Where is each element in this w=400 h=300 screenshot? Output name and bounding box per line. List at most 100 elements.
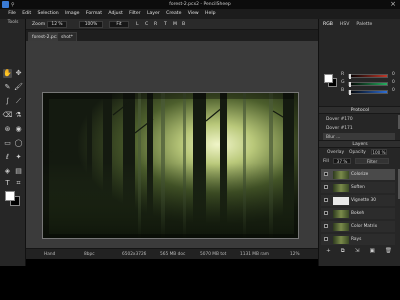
foreground-color-swatch[interactable] <box>5 191 15 201</box>
channel-g-knob[interactable] <box>349 82 351 87</box>
menu-create[interactable]: Create <box>163 9 185 19</box>
status-bar: Hand 8bpc 6502x3726 565 MB doc 5070 MB t… <box>26 248 318 259</box>
tab-shot[interactable]: shot* <box>57 31 77 41</box>
crop-tool-icon[interactable]: ⌗ <box>14 179 23 188</box>
menu-bar: File Edit Selection Image Format Adjust … <box>0 9 400 19</box>
pencil-tool-icon[interactable]: ✎ <box>3 83 12 92</box>
layer-row[interactable]: Bokeh <box>321 208 395 219</box>
filter-field[interactable]: Filter <box>355 158 389 164</box>
menu-format[interactable]: Format <box>83 9 106 19</box>
align-middle-button[interactable]: M <box>173 22 177 27</box>
status-doc-mem: 565 MB doc <box>160 252 186 257</box>
blur-tool-icon[interactable]: ◉ <box>14 125 23 134</box>
move-tool-icon[interactable]: ✥ <box>14 69 23 78</box>
layer-name: Colorize <box>351 172 369 177</box>
layer-row[interactable]: Color Matrix <box>321 221 395 232</box>
brush-tool-icon[interactable]: 🖌 <box>14 83 23 92</box>
layer-visibility-checkbox[interactable] <box>324 172 328 176</box>
layer-visibility-checkbox[interactable] <box>324 185 328 189</box>
channel-g-label: G <box>341 80 345 85</box>
screen-bottom <box>0 266 400 300</box>
menu-filter[interactable]: Filter <box>126 9 144 19</box>
layer-mask-icon[interactable]: ▣ <box>370 247 375 256</box>
layer-row[interactable]: Vignette 30 <box>321 195 395 206</box>
eraser-tool-icon[interactable]: ⌫ <box>3 111 13 120</box>
channel-b-value[interactable]: 0 <box>392 88 395 93</box>
clone-tool-icon[interactable]: ⊛ <box>3 125 12 134</box>
tab-palette[interactable]: Palette <box>352 19 375 29</box>
menu-adjust[interactable]: Adjust <box>105 9 126 19</box>
text-tool-icon[interactable]: T <box>3 179 12 188</box>
add-layer-icon[interactable]: + <box>326 247 331 256</box>
layer-thumbnail <box>333 196 349 205</box>
status-ram: 1131 MB ram <box>240 252 269 257</box>
fit-button[interactable]: Fit <box>109 20 129 28</box>
line-tool-icon[interactable]: ⟋ <box>14 97 23 106</box>
layer-visibility-checkbox[interactable] <box>324 224 328 228</box>
menu-image[interactable]: Image <box>62 9 83 19</box>
fill-tool-icon[interactable]: ◈ <box>3 167 12 176</box>
channel-r-slider[interactable] <box>348 74 388 79</box>
menu-selection[interactable]: Selection <box>34 9 62 19</box>
layer-visibility-checkbox[interactable] <box>324 198 328 202</box>
magic-wand-icon[interactable]: ✦ <box>14 153 23 162</box>
right-panels: RGB HSV Palette R 0 G 0 B 0 Protocol Dov… <box>318 19 400 266</box>
delete-layer-icon[interactable]: 🗑 <box>385 247 392 256</box>
channel-r-knob[interactable] <box>349 74 351 79</box>
align-center-button[interactable]: C <box>145 22 148 27</box>
layer-row[interactable]: Rays <box>321 234 395 245</box>
zoom-input[interactable]: 12 % <box>47 20 67 28</box>
status-bit-depth: 8bpc <box>84 252 95 257</box>
tab-hsv[interactable]: HSV <box>336 19 353 29</box>
menu-help[interactable]: Help <box>202 9 219 19</box>
channel-g-value[interactable]: 0 <box>392 80 395 85</box>
menu-view[interactable]: View <box>185 9 202 19</box>
layer-name: Color Matrix <box>351 224 378 229</box>
color-foreground-swatch[interactable] <box>324 74 333 83</box>
layer-name: Rays <box>351 237 362 242</box>
rect-select-icon[interactable]: ▭ <box>3 139 12 148</box>
merge-down-icon[interactable]: ⇲ <box>355 247 360 256</box>
status-tool: Hand <box>44 252 56 257</box>
gradient-tool-icon[interactable]: ▤ <box>14 167 23 176</box>
channel-b-knob[interactable] <box>349 90 351 95</box>
align-left-button[interactable]: L <box>136 22 139 27</box>
layer-thumbnail <box>333 222 349 231</box>
opacity-label: Opacity <box>349 150 366 155</box>
channel-g-slider[interactable] <box>348 82 388 87</box>
menu-edit[interactable]: Edit <box>19 9 34 19</box>
layer-name: Vignette 30 <box>351 198 376 203</box>
layer-name: Bokeh <box>351 211 365 216</box>
align-top-button[interactable]: T <box>164 22 167 27</box>
zoom-preset-dropdown[interactable]: 100% <box>79 20 103 28</box>
lasso-tool-icon[interactable]: ℓ <box>3 153 12 162</box>
ellipse-select-icon[interactable]: ◯ <box>14 139 23 148</box>
history-item[interactable]: Dover #170 <box>323 115 395 124</box>
layer-row[interactable]: Soften <box>321 182 395 193</box>
hand-tool-icon[interactable]: ✋ <box>3 69 12 78</box>
channel-b-slider[interactable] <box>348 90 388 95</box>
tools-header: Tools <box>7 20 19 25</box>
layer-thumbnail <box>333 170 349 179</box>
canvas-area[interactable] <box>26 41 318 248</box>
blend-mode-dropdown[interactable]: Overlay <box>327 150 344 155</box>
channel-r-value[interactable]: 0 <box>392 72 395 77</box>
fill-input[interactable]: 37 % <box>333 158 351 164</box>
layer-visibility-checkbox[interactable] <box>324 211 328 215</box>
history-item[interactable]: Dover #171 <box>323 124 395 133</box>
duplicate-layer-icon[interactable]: ⧉ <box>341 247 345 256</box>
menu-file[interactable]: File <box>5 9 19 19</box>
layer-visibility-checkbox[interactable] <box>324 237 328 241</box>
opacity-input[interactable]: 100 % <box>371 149 387 155</box>
menu-layer[interactable]: Layer <box>144 9 163 19</box>
smudge-tool-icon[interactable]: ∫ <box>3 97 12 106</box>
pipette-tool-icon[interactable]: ⚗ <box>14 111 23 120</box>
layer-row[interactable]: Colorize <box>321 169 395 180</box>
tool-options-bar: Zoom 12 % 100% Fit L C R T M B <box>26 19 318 30</box>
tab-rgb[interactable]: RGB <box>319 19 336 29</box>
align-bottom-button[interactable]: B <box>182 22 185 27</box>
close-icon[interactable]: × <box>390 0 396 8</box>
align-right-button[interactable]: R <box>154 22 157 27</box>
layer-name: Soften <box>351 185 365 190</box>
forest-image[interactable] <box>42 92 299 239</box>
